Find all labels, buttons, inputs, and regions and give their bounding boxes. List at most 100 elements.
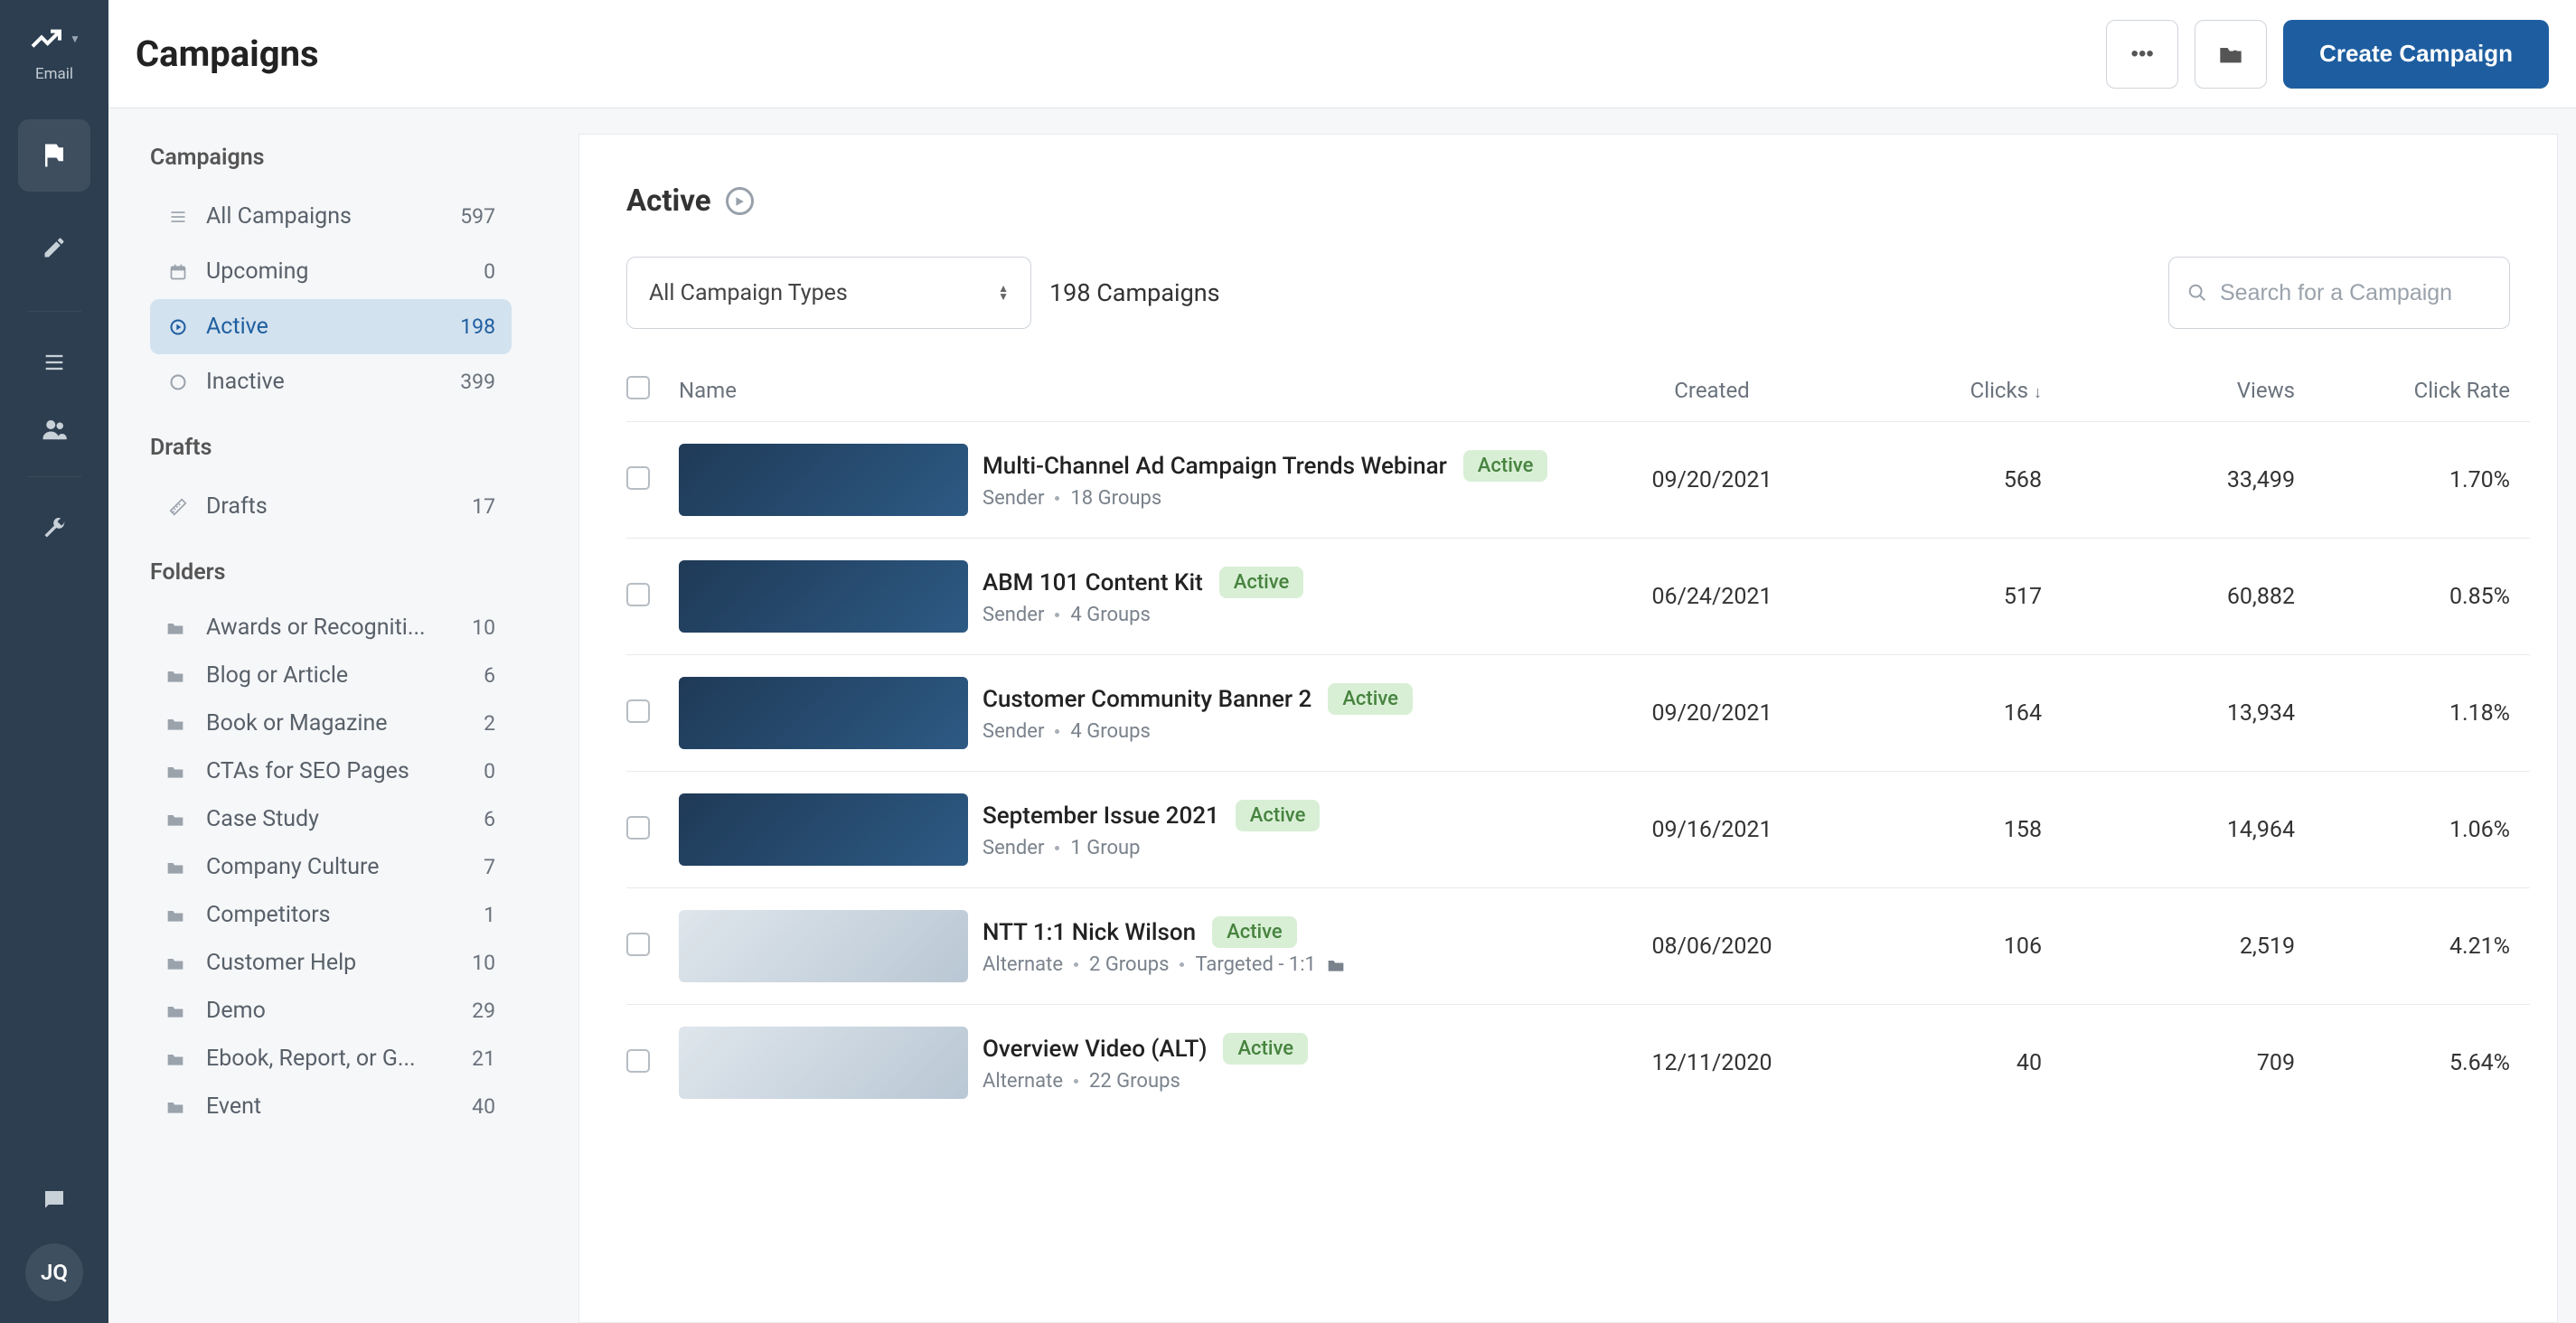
create-campaign-button[interactable]: Create Campaign xyxy=(2283,20,2549,89)
col-name[interactable]: Name xyxy=(679,378,1590,403)
col-clicks[interactable]: Clicks ↓ xyxy=(1834,378,2051,403)
status-badge: Active xyxy=(1328,683,1413,715)
brand-logo-icon xyxy=(28,21,64,57)
play-icon xyxy=(166,318,190,336)
chat-button[interactable] xyxy=(33,1178,76,1222)
folder-label: Customer Help xyxy=(206,950,356,976)
folder-item[interactable]: Event40 xyxy=(150,1083,512,1131)
sidebar-item-active[interactable]: Active198 xyxy=(150,299,512,354)
folder-count: 2 xyxy=(484,711,495,736)
row-subtitle: Sender18 Groups xyxy=(982,487,1547,510)
sidebar-item-drafts[interactable]: Drafts17 xyxy=(150,479,512,534)
nav-settings[interactable] xyxy=(18,501,90,555)
row-checkbox[interactable] xyxy=(626,466,650,490)
table-row[interactable]: Multi-Channel Ad Campaign Trends Webinar… xyxy=(626,421,2530,538)
folder-item[interactable]: Company Culture7 xyxy=(150,843,512,891)
card-header: Active xyxy=(579,135,2557,237)
sidebar-item-inactive[interactable]: Inactive399 xyxy=(150,354,512,409)
wrench-icon xyxy=(42,515,67,540)
campaign-table: Name Created Clicks ↓ Views Click Rate M… xyxy=(579,360,2557,1322)
folder-label: Blog or Article xyxy=(206,662,348,689)
row-clicks: 164 xyxy=(1834,700,2051,727)
row-sub-a: Alternate xyxy=(982,1070,1063,1093)
more-actions-button[interactable]: ••• xyxy=(2106,20,2178,89)
row-views: 33,499 xyxy=(2051,467,2295,493)
folder-item[interactable]: Case Study6 xyxy=(150,795,512,843)
row-subtitle: Sender4 Groups xyxy=(982,604,1303,626)
nav-divider xyxy=(27,311,81,312)
folder-count: 29 xyxy=(472,999,495,1023)
folder-plus-icon: + xyxy=(2218,43,2243,65)
page-title: Campaigns xyxy=(136,33,319,75)
row-created: 09/16/2021 xyxy=(1590,817,1834,843)
col-created[interactable]: Created xyxy=(1590,378,1834,403)
folder-label: Case Study xyxy=(206,806,319,832)
table-header: Name Created Clicks ↓ Views Click Rate xyxy=(626,360,2530,421)
new-folder-button[interactable]: + xyxy=(2195,20,2267,89)
folder-count: 10 xyxy=(472,951,495,975)
row-clicks: 158 xyxy=(1834,817,2051,843)
brand-switcher[interactable]: ▼ xyxy=(25,16,83,61)
vertical-nav: ▼ Email JQ xyxy=(0,0,108,1323)
search-icon xyxy=(2187,283,2207,303)
row-created: 09/20/2021 xyxy=(1590,467,1834,493)
row-checkbox[interactable] xyxy=(626,933,650,956)
search-box[interactable] xyxy=(2168,257,2510,329)
row-checkbox[interactable] xyxy=(626,1049,650,1073)
folder-item[interactable]: Blog or Article6 xyxy=(150,652,512,699)
table-row[interactable]: ABM 101 Content KitActiveSender4 Groups0… xyxy=(626,538,2530,654)
folder-icon xyxy=(166,955,190,971)
row-title: Overview Video (ALT) xyxy=(982,1036,1207,1063)
row-title: ABM 101 Content Kit xyxy=(982,569,1203,596)
nav-edit[interactable] xyxy=(18,211,90,284)
select-all-checkbox[interactable] xyxy=(626,376,650,399)
nav-list[interactable] xyxy=(18,335,90,389)
row-subtitle: Sender4 Groups xyxy=(982,720,1413,743)
folder-item[interactable]: Ebook, Report, or G... 21 xyxy=(150,1035,512,1083)
row-checkbox[interactable] xyxy=(626,583,650,606)
folder-item[interactable]: Awards or Recogniti...10 xyxy=(150,604,512,652)
table-row[interactable]: NTT 1:1 Nick WilsonActiveAlternate2 Grou… xyxy=(626,887,2530,1004)
folder-item[interactable]: Book or Magazine2 xyxy=(150,699,512,747)
sidebar-item-label: All Campaigns xyxy=(206,203,352,230)
table-row[interactable]: Overview Video (ALT)ActiveAlternate22 Gr… xyxy=(626,1004,2530,1121)
folder-item[interactable]: Competitors1 xyxy=(150,891,512,939)
folder-item[interactable]: Demo29 xyxy=(150,987,512,1035)
row-checkbox[interactable] xyxy=(626,816,650,840)
sidebar-item-upcoming[interactable]: Upcoming0 xyxy=(150,244,512,299)
sidebar-item-all-campaigns[interactable]: All Campaigns597 xyxy=(150,189,512,244)
nav-campaigns[interactable] xyxy=(18,119,90,192)
campaign-type-select[interactable]: All Campaign Types ▲▼ xyxy=(626,257,1031,329)
folder-label: Ebook, Report, or G... xyxy=(206,1046,416,1072)
folder-count: 21 xyxy=(472,1046,495,1071)
select-value: All Campaign Types xyxy=(649,280,848,306)
table-row[interactable]: Customer Community Banner 2ActiveSender4… xyxy=(626,654,2530,771)
user-avatar[interactable]: JQ xyxy=(25,1243,83,1301)
app-shell: ▼ Email JQ Campaigns ••• xyxy=(0,0,2576,1323)
row-created: 08/06/2020 xyxy=(1590,934,1834,960)
flag-icon xyxy=(41,142,68,169)
row-views: 13,934 xyxy=(2051,700,2295,727)
row-title: Multi-Channel Ad Campaign Trends Webinar xyxy=(982,453,1447,480)
search-input[interactable] xyxy=(2220,280,2511,306)
folder-icon xyxy=(166,668,190,684)
content-title: Active xyxy=(626,183,711,219)
row-click-rate: 4.21% xyxy=(2295,934,2530,960)
table-row[interactable]: September Issue 2021ActiveSender1 Group0… xyxy=(626,771,2530,887)
brand-label: Email xyxy=(35,65,73,83)
left-sidebar: Campaigns All Campaigns597Upcoming0Activ… xyxy=(108,108,578,1323)
row-views: 2,519 xyxy=(2051,934,2295,960)
row-checkbox[interactable] xyxy=(626,699,650,723)
nav-people[interactable] xyxy=(18,402,90,456)
col-click-rate[interactable]: Click Rate xyxy=(2295,378,2530,403)
folder-icon xyxy=(166,620,190,636)
list-icon xyxy=(166,208,190,226)
col-views[interactable]: Views xyxy=(2051,378,2295,403)
row-title: NTT 1:1 Nick Wilson xyxy=(982,919,1196,946)
row-thumbnail xyxy=(679,560,968,633)
folder-item[interactable]: CTAs for SEO Pages0 xyxy=(150,747,512,795)
row-clicks: 517 xyxy=(1834,584,2051,610)
topbar-tools: ••• + Create Campaign xyxy=(2106,20,2549,89)
sidebar-section-campaigns: Campaigns xyxy=(150,145,555,171)
folder-item[interactable]: Customer Help 10 xyxy=(150,939,512,987)
